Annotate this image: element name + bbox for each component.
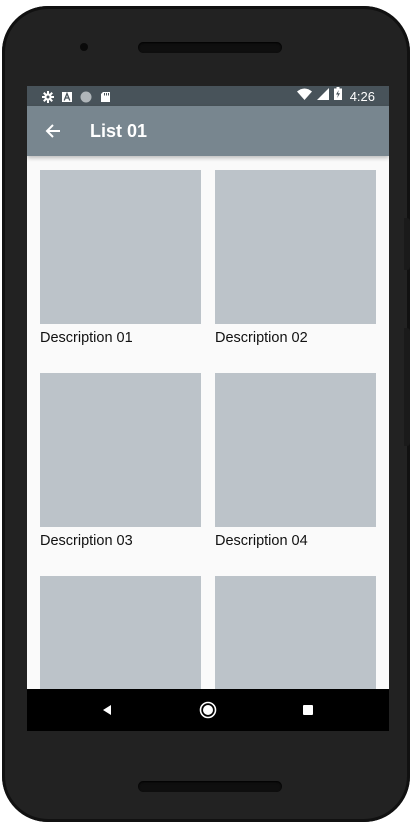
status-notification-icons xyxy=(42,88,111,104)
battery-charging-icon xyxy=(333,87,342,105)
grid-item[interactable]: Description 01 xyxy=(40,170,201,348)
grid-item[interactable]: Description 04 xyxy=(215,373,376,551)
nav-home-icon xyxy=(199,701,217,719)
nav-recent-button[interactable] xyxy=(298,700,318,720)
item-image-placeholder xyxy=(215,373,376,527)
nav-home-button[interactable] xyxy=(198,700,218,720)
front-camera xyxy=(80,43,88,51)
sd-card-icon xyxy=(99,90,111,102)
status-time: 4:26 xyxy=(349,88,375,104)
item-description: Description 04 xyxy=(215,533,308,549)
item-image-placeholder xyxy=(215,170,376,324)
item-description: Description 03 xyxy=(40,533,133,549)
page-title: List 01 xyxy=(90,121,148,141)
navigation-bar xyxy=(27,689,389,731)
status-bar: 4:26 xyxy=(27,86,389,106)
nav-back-icon xyxy=(103,705,111,715)
circle-icon xyxy=(80,90,92,103)
nav-back-button[interactable] xyxy=(97,700,117,720)
volume-rocker[interactable] xyxy=(404,328,410,446)
status-system-icons: 4:26 xyxy=(296,87,375,105)
font-a-icon xyxy=(61,90,73,102)
item-grid: Description 01 Description 02 Descriptio… xyxy=(40,170,376,731)
device-screen: 4:26 List 01 Description 01 Description … xyxy=(27,86,389,731)
grid-item[interactable]: Description 03 xyxy=(40,373,201,551)
arrow-back-icon xyxy=(45,124,60,138)
item-description: Description 02 xyxy=(215,330,308,346)
item-description: Description 01 xyxy=(40,330,133,346)
gear-icon xyxy=(42,90,54,103)
item-image-placeholder xyxy=(40,373,201,527)
item-image-placeholder xyxy=(40,170,201,324)
nav-recent-icon xyxy=(303,705,313,715)
grid-item[interactable]: Description 02 xyxy=(215,170,376,348)
earpiece-speaker xyxy=(138,42,282,53)
signal-icon xyxy=(316,87,329,105)
app-bar: List 01 xyxy=(27,106,389,156)
bottom-speaker xyxy=(138,781,282,792)
power-button[interactable] xyxy=(404,218,410,270)
back-button[interactable] xyxy=(37,115,69,147)
wifi-icon xyxy=(296,87,312,105)
